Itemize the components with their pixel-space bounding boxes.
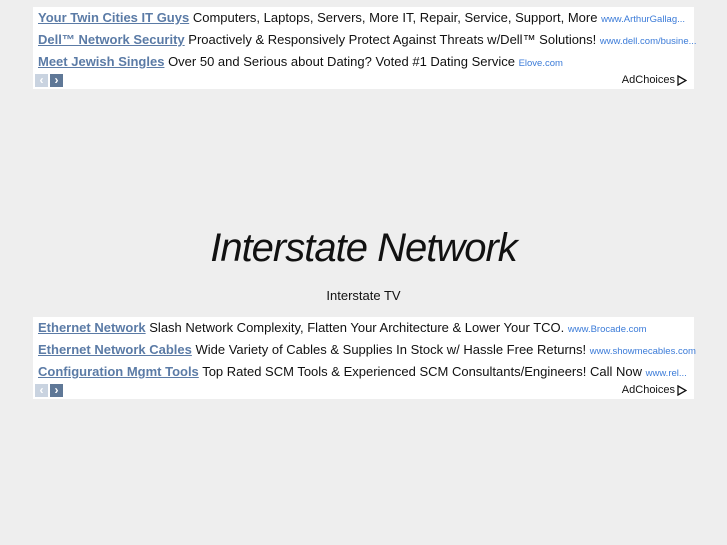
ad-block-bottom: Ethernet Network Slash Network Complexit… <box>33 317 696 399</box>
adchoices-label: AdChoices <box>621 74 675 86</box>
ad-title-link[interactable]: Meet Jewish Singles <box>38 54 164 69</box>
ad-title-link[interactable]: Ethernet Network <box>38 320 146 335</box>
page-subtitle: Interstate TV <box>326 288 401 303</box>
adchoices-icon <box>677 74 687 86</box>
ad-text: Wide Variety of Cables & Supplies In Sto… <box>195 342 587 357</box>
prev-ad-button[interactable]: ‹ <box>35 74 48 87</box>
adchoices-label: AdChoices <box>621 384 675 396</box>
ad-item: Dell™ Network Security Proactively & Res… <box>38 32 697 47</box>
ad-block-top: Your Twin Cities IT Guys Computers, Lapt… <box>33 7 697 89</box>
ad-title-link[interactable]: Dell™ Network Security <box>38 32 185 47</box>
ad-text: Slash Network Complexity, Flatten Your A… <box>149 320 565 335</box>
ad-text: Top Rated SCM Tools & Experienced SCM Co… <box>202 364 642 379</box>
prev-ad-button[interactable]: ‹ <box>35 384 48 397</box>
ad-text: Over 50 and Serious about Dating? Voted … <box>168 54 515 69</box>
ad-url-link[interactable]: www.rel... <box>646 368 687 379</box>
ad-url-link[interactable]: www.dell.com/busine... <box>600 36 697 47</box>
ad-title-link[interactable]: Your Twin Cities IT Guys <box>38 10 189 25</box>
ad-title-link[interactable]: Ethernet Network Cables <box>38 342 192 357</box>
ad-text: Proactively & Responsively Protect Again… <box>188 32 597 47</box>
ad-nav: ‹ › <box>35 384 63 397</box>
next-ad-button[interactable]: › <box>50 74 63 87</box>
ad-item: Meet Jewish Singles Over 50 and Serious … <box>38 54 563 69</box>
ad-title-link[interactable]: Configuration Mgmt Tools <box>38 364 199 379</box>
adchoices-link[interactable]: AdChoices <box>622 74 687 86</box>
ad-url-link[interactable]: www.Brocade.com <box>568 324 647 335</box>
ad-url-link[interactable]: www.ArthurGallag... <box>601 14 685 25</box>
ad-item: Ethernet Network Cables Wide Variety of … <box>38 342 696 357</box>
ad-url-link[interactable]: Elove.com <box>519 58 563 69</box>
adchoices-icon <box>677 384 687 396</box>
ad-item: Your Twin Cities IT Guys Computers, Lapt… <box>38 10 685 25</box>
next-ad-button[interactable]: › <box>50 384 63 397</box>
ad-text: Computers, Laptops, Servers, More IT, Re… <box>192 10 598 25</box>
adchoices-link[interactable]: AdChoices <box>622 384 687 396</box>
ad-url-link[interactable]: www.showmecables.com <box>590 346 696 357</box>
ad-item: Configuration Mgmt Tools Top Rated SCM T… <box>38 364 687 379</box>
ad-nav: ‹ › <box>35 74 63 87</box>
page-title: Interstate Network <box>210 226 518 270</box>
ad-item: Ethernet Network Slash Network Complexit… <box>38 320 647 335</box>
